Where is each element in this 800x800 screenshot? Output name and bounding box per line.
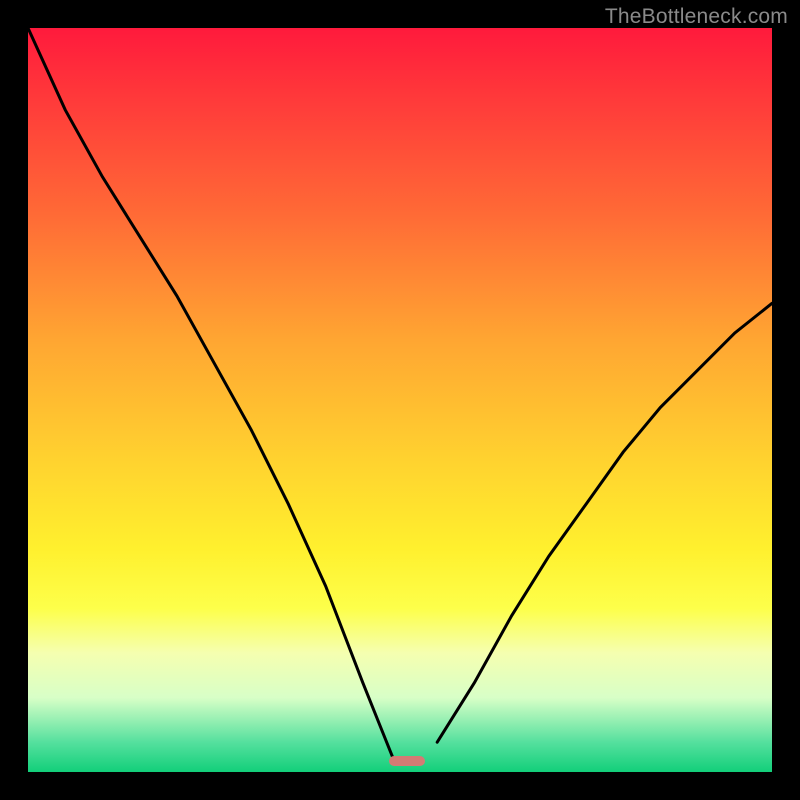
bottleneck-curve: [28, 28, 772, 772]
curve-right-branch: [437, 303, 772, 742]
watermark-text: TheBottleneck.com: [605, 5, 788, 29]
plot-area: [28, 28, 772, 772]
optimal-marker: [389, 756, 425, 766]
chart-stage: TheBottleneck.com: [0, 0, 800, 800]
curve-left-branch: [28, 28, 393, 757]
